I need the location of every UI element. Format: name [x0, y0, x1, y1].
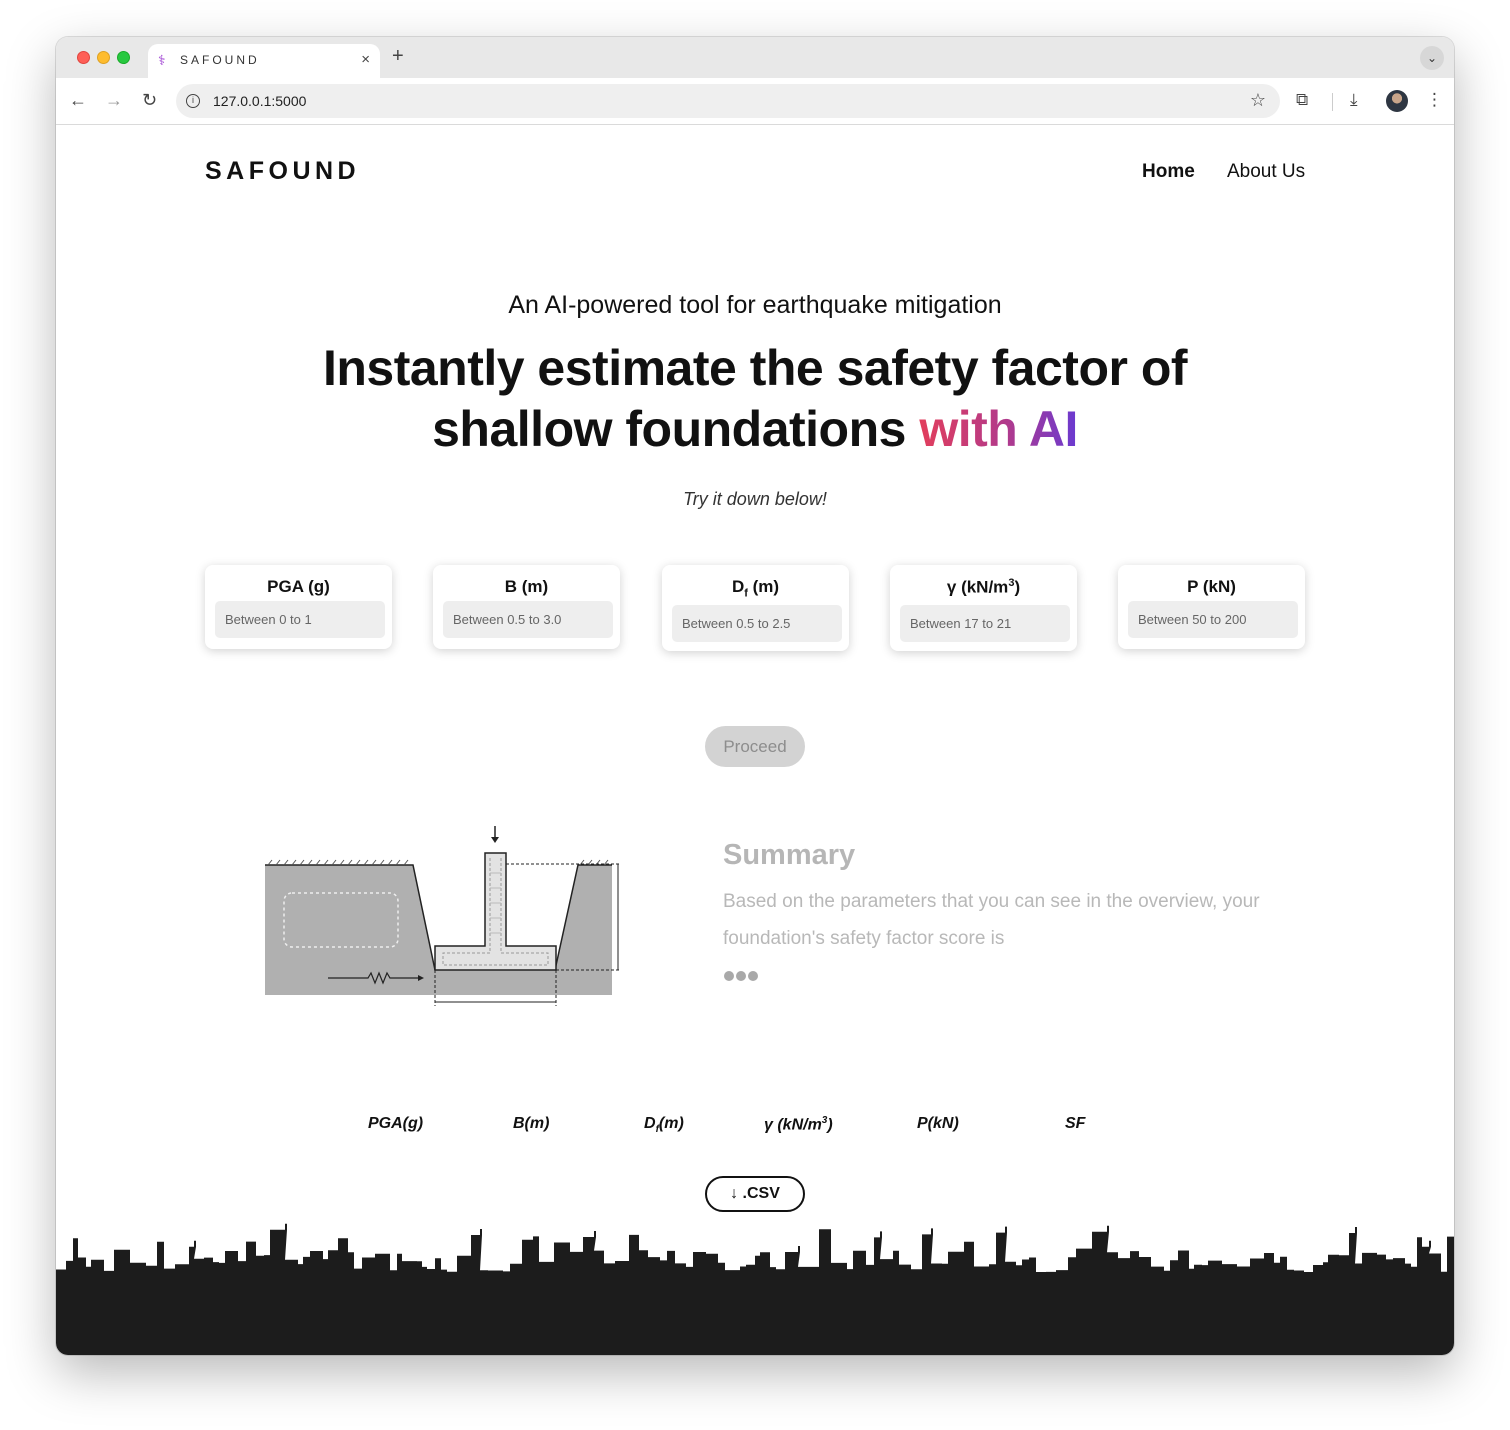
minimize-window-button[interactable]: [97, 51, 110, 64]
col-head-b: B(m): [513, 1115, 550, 1132]
download-csv-button[interactable]: ↓ .CSV: [705, 1176, 805, 1212]
gamma-label-rest: ): [1014, 577, 1021, 597]
back-arrow-icon[interactable]: ←: [69, 90, 87, 110]
browser-tab[interactable]: ⚕ SAFOUND ×: [148, 44, 380, 78]
extensions-icon[interactable]: ⧉: [1296, 90, 1308, 110]
col-head-gamma-rest: ): [827, 1116, 833, 1134]
favicon-icon: ⚕: [158, 52, 166, 68]
summary-text: Based on the parameters that you can see…: [723, 891, 1260, 949]
download-icon[interactable]: ⤓: [1350, 90, 1358, 110]
footing: [434, 852, 557, 971]
bookmark-star-icon[interactable]: ☆: [1250, 90, 1266, 111]
gamma-input[interactable]: [900, 605, 1070, 642]
pga-card: PGA (g): [205, 565, 392, 649]
col-head-p: P(kN): [917, 1115, 959, 1132]
df-label: Df (m): [662, 577, 849, 599]
col-head-gamma: γ (kN/m3): [764, 1115, 833, 1134]
df-label-rest: (m): [747, 577, 780, 596]
headline-accent: with AI: [919, 401, 1078, 457]
gamma-label-main: γ (kN/m: [946, 577, 1009, 597]
hero-headline: Instantly estimate the safety factor of …: [56, 338, 1454, 460]
hero-tagline: An AI-powered tool for earthquake mitiga…: [508, 291, 1002, 319]
df-label-main: D: [731, 577, 745, 596]
col-head-pga: PGA(g): [368, 1115, 424, 1132]
maximize-window-button[interactable]: [117, 51, 130, 64]
close-tab-icon[interactable]: ×: [361, 51, 370, 68]
tab-title: SAFOUND: [180, 53, 260, 67]
nav-home-link[interactable]: Home: [1142, 161, 1195, 183]
close-window-button[interactable]: [77, 51, 90, 64]
pga-label: PGA (g): [267, 577, 330, 596]
skyline-silhouette: [56, 1223, 1454, 1355]
url-text[interactable]: 127.0.0.1:5000: [213, 93, 306, 109]
load-arrow-head: [491, 837, 499, 843]
headline-line-2: shallow foundations: [432, 401, 920, 457]
b-label: B (m): [504, 577, 549, 596]
profile-avatar[interactable]: [1386, 90, 1408, 112]
browser-window: ⚕ SAFOUND × + ⌄ ← → ↻ i 127.0.0.1:5000 ☆…: [56, 37, 1454, 1355]
site-info-icon[interactable]: i: [186, 94, 200, 108]
gamma-label: γ (kN/m3): [890, 577, 1077, 598]
csv-button-label: .CSV: [742, 1185, 780, 1202]
address-bar[interactable]: i 127.0.0.1:5000 ☆: [176, 84, 1280, 118]
more-menu-icon[interactable]: ⋮: [1426, 90, 1443, 110]
loading-dot: [724, 971, 734, 981]
p-input[interactable]: [1128, 601, 1298, 638]
new-tab-icon[interactable]: +: [392, 46, 404, 66]
b-input[interactable]: [443, 601, 613, 638]
loading-dots: [724, 968, 760, 986]
headline-line-1: Instantly estimate the safety factor of: [322, 340, 1188, 396]
col-head-df: Df(m): [644, 1115, 684, 1135]
col-head-df-main: D: [644, 1115, 656, 1132]
p-label: P (kN): [1187, 577, 1236, 596]
df-card: Df (m): [662, 565, 849, 651]
brand-logo[interactable]: SAFOUND: [205, 157, 360, 186]
summary-title: Summary: [723, 839, 856, 871]
proceed-button[interactable]: Proceed: [705, 726, 805, 767]
foundation-diagram: [265, 826, 620, 1006]
col-head-sf: SF: [1065, 1115, 1086, 1132]
city-skyline: [56, 1223, 1454, 1355]
p-card: P (kN): [1118, 565, 1305, 649]
gamma-card: γ (kN/m3): [890, 565, 1077, 651]
tab-search-icon[interactable]: ⌄: [1420, 46, 1444, 70]
reload-icon[interactable]: ↻: [142, 90, 157, 110]
pga-input[interactable]: [215, 601, 385, 638]
loading-dot: [736, 971, 746, 981]
col-head-gamma-main: γ (kN/m: [764, 1116, 822, 1134]
nav-about-link[interactable]: About Us: [1227, 161, 1305, 183]
col-head-df-rest: (m): [658, 1115, 684, 1132]
b-card: B (m): [433, 565, 620, 649]
df-input[interactable]: [672, 605, 842, 642]
soil-mass: [265, 865, 612, 995]
forward-arrow-icon[interactable]: →: [105, 90, 123, 110]
download-arrow-icon: ↓: [730, 1185, 739, 1202]
tab-strip: ⚕ SAFOUND × + ⌄: [56, 37, 1454, 78]
try-it-text: Try it down below!: [683, 489, 827, 509]
page-content: SAFOUND Home About Us An AI-powered tool…: [56, 126, 1454, 1355]
loading-dot: [748, 971, 758, 981]
toolbar-divider: [1332, 93, 1333, 111]
browser-toolbar: ← → ↻ i 127.0.0.1:5000 ☆ ⧉ ⤓ ⋮: [56, 78, 1454, 125]
